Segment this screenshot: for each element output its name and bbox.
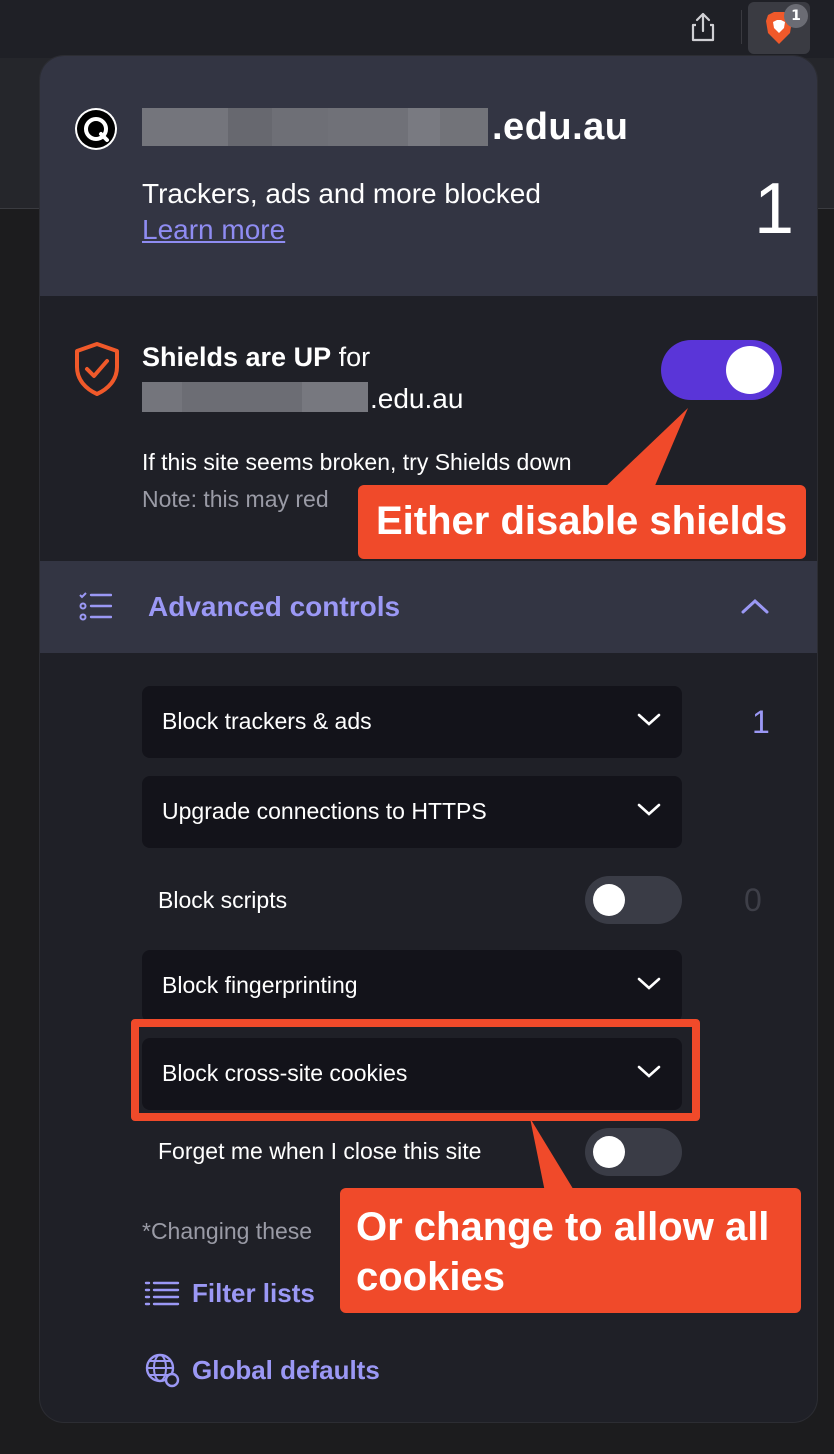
- shields-status: Shields are UP for: [142, 342, 371, 372]
- control-label: Upgrade connections to HTTPS: [162, 798, 487, 824]
- annotation-allow-cookies: Or change to allow all cookies: [340, 1188, 801, 1313]
- redacted-domain-2: [142, 382, 368, 412]
- block-scripts-toggle[interactable]: [585, 876, 682, 924]
- highlight-cookies-box: [131, 1019, 700, 1121]
- blocked-total: 1: [754, 169, 795, 249]
- block-fingerprinting-dropdown[interactable]: Block fingerprinting: [142, 950, 682, 1022]
- annotation-disable-shields: Either disable shields: [358, 485, 806, 559]
- shields-domain: .edu.au: [370, 383, 464, 414]
- filter-lists-link[interactable]: Filter lists: [144, 1278, 315, 1309]
- control-label: Block fingerprinting: [162, 972, 358, 998]
- block-trackers-dropdown[interactable]: Block trackers & ads: [142, 686, 682, 758]
- chevron-up-icon: [741, 598, 769, 614]
- chevron-down-icon: [637, 713, 661, 726]
- shields-hint: If this site seems broken, try Shields d…: [142, 449, 572, 475]
- share-icon: [691, 12, 715, 42]
- advanced-controls-label: Advanced controls: [148, 591, 401, 622]
- forget-me-toggle[interactable]: [585, 1128, 682, 1176]
- blocked-summary: Trackers, ads and more blocked: [142, 178, 541, 209]
- forget-me-label: Forget me when I close this site: [158, 1138, 482, 1164]
- site-domain: .edu.au: [492, 106, 629, 148]
- redacted-domain: [142, 108, 488, 146]
- site-logo-icon: [77, 110, 115, 148]
- changes-footnote: *Changing these: [142, 1218, 313, 1244]
- site-favicon: [75, 108, 117, 150]
- control-label: Block trackers & ads: [162, 708, 372, 734]
- share-button[interactable]: [684, 8, 722, 46]
- list-icon: [144, 1281, 180, 1305]
- scripts-count: 0: [744, 882, 762, 918]
- blocked-count-badge: 1: [784, 4, 808, 28]
- shield-check-icon: [75, 342, 119, 396]
- trackers-count: 1: [752, 704, 770, 740]
- upgrade-https-dropdown[interactable]: Upgrade connections to HTTPS: [142, 776, 682, 848]
- toolbar-divider: [741, 10, 742, 44]
- global-defaults-link[interactable]: Global defaults: [144, 1352, 380, 1388]
- block-scripts-label: Block scripts: [158, 887, 288, 913]
- shields-toggle[interactable]: [661, 340, 782, 400]
- chevron-down-icon: [637, 977, 661, 990]
- chevron-down-icon: [637, 803, 661, 816]
- globe-settings-icon: [145, 1353, 180, 1388]
- learn-more-link[interactable]: Learn more: [142, 214, 285, 246]
- checklist-icon: [79, 592, 112, 621]
- advanced-controls-toggle[interactable]: Advanced controls: [40, 561, 817, 653]
- panel-header: .edu.au Trackers, ads and more blocked L…: [40, 56, 817, 296]
- global-defaults-label: Global defaults: [192, 1354, 380, 1385]
- filter-lists-label: Filter lists: [192, 1278, 315, 1308]
- shields-note: Note: this may red: [142, 486, 329, 512]
